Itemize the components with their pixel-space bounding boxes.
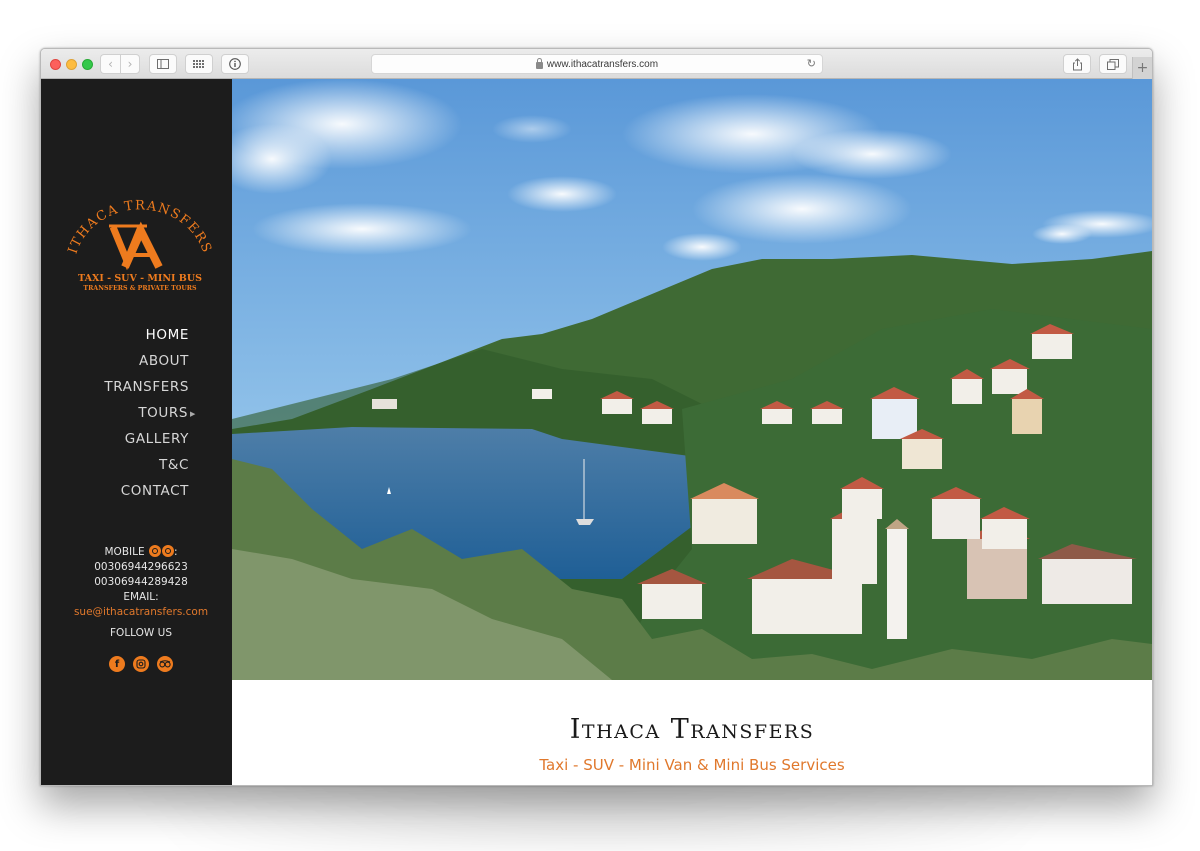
whatsapp-icon[interactable] [148, 545, 161, 557]
sidebar-icon [157, 59, 169, 69]
nav-contact[interactable]: CONTACT [104, 481, 189, 507]
address-bar[interactable]: www.ithacatransfers.com ↻ [371, 54, 823, 74]
sidebar: ITHACA TRANSFERS TAXI - SUV - MINI BUS T… [41, 79, 232, 785]
mobile-label: MOBILE [104, 546, 145, 558]
phone-1[interactable]: 00306944296623 [41, 560, 241, 575]
instagram-glyph [136, 659, 146, 669]
nav-tours[interactable]: TOURS ▶ [104, 403, 196, 429]
tab-overview-button[interactable] [1099, 54, 1127, 74]
hero-image [232, 79, 1152, 680]
grid-icon [193, 60, 204, 68]
viber-icon[interactable] [161, 545, 174, 557]
browser-window: ‹ › www.ithacatransfers.com ↻ + ITHACA T… [40, 48, 1153, 786]
info-icon [229, 58, 241, 70]
chevron-left-icon: ‹ [108, 57, 113, 71]
main-nav: HOME ABOUT TRANSFERS TOURS ▶ GALLERY T&C … [104, 325, 195, 507]
phone-2[interactable]: 00306944289428 [41, 575, 241, 590]
back-button[interactable]: ‹ [100, 54, 120, 74]
forward-button[interactable]: › [120, 54, 140, 74]
close-window-button[interactable] [50, 59, 61, 70]
browser-toolbar: ‹ › www.ithacatransfers.com ↻ + [41, 49, 1152, 79]
facebook-icon[interactable]: f [109, 656, 125, 672]
social-links: f [41, 656, 241, 672]
nav-about[interactable]: ABOUT [104, 351, 189, 377]
site-logo[interactable]: ITHACA TRANSFERS TAXI - SUV - MINI BUS T… [65, 199, 215, 299]
hero-landscape [232, 79, 1152, 680]
logo-line-2: TRANSFERS & PRIVATE TOURS [83, 285, 197, 292]
zoom-window-button[interactable] [82, 59, 93, 70]
share-button[interactable] [1063, 54, 1091, 74]
mobile-colon: : [173, 546, 178, 558]
email-label: EMAIL: [123, 591, 159, 603]
follow-us-label: FOLLOW US [110, 627, 172, 639]
nav-gallery[interactable]: GALLERY [104, 429, 189, 455]
nav-home[interactable]: HOME [104, 325, 189, 351]
history-nav: ‹ › [100, 54, 141, 74]
top-sites-button[interactable] [185, 54, 213, 74]
site-info-button[interactable] [221, 54, 249, 74]
minimize-window-button[interactable] [66, 59, 77, 70]
logo-line-1: TAXI - SUV - MINI BUS [78, 273, 202, 284]
email-link[interactable]: sue@ithacatransfers.com [41, 605, 241, 620]
share-icon [1072, 57, 1082, 70]
new-tab-button[interactable]: + [1132, 57, 1152, 79]
mobile-line: MOBILE : [41, 545, 241, 560]
web-page: ITHACA TRANSFERS TAXI - SUV - MINI BUS T… [41, 79, 1152, 785]
title-block: Ithaca Transfers Taxi - SUV - Mini Van &… [232, 680, 1152, 785]
lock-icon [535, 57, 543, 69]
site-title: Ithaca Transfers [569, 714, 815, 745]
nav-tc[interactable]: T&C [104, 455, 189, 481]
url-text: www.ithacatransfers.com [546, 58, 659, 70]
tripadvisor-icon[interactable] [157, 656, 173, 672]
tripadvisor-glyph [159, 660, 171, 668]
reload-icon[interactable]: ↻ [807, 57, 816, 70]
site-subtitle: Taxi - SUV - Mini Van & Mini Bus Service… [539, 756, 845, 774]
nav-tours-label: TOURS [138, 405, 189, 421]
chevron-right-icon: › [127, 57, 133, 71]
instagram-icon[interactable] [133, 656, 149, 672]
sidebar-toggle-button[interactable] [149, 54, 177, 74]
logo-monogram [109, 221, 163, 271]
caret-right-icon: ▶ [190, 410, 196, 418]
nav-transfers[interactable]: TRANSFERS [104, 377, 189, 403]
tabs-icon [1107, 58, 1119, 70]
contact-info: MOBILE : 00306944296623 00306944289428 E… [41, 545, 241, 672]
